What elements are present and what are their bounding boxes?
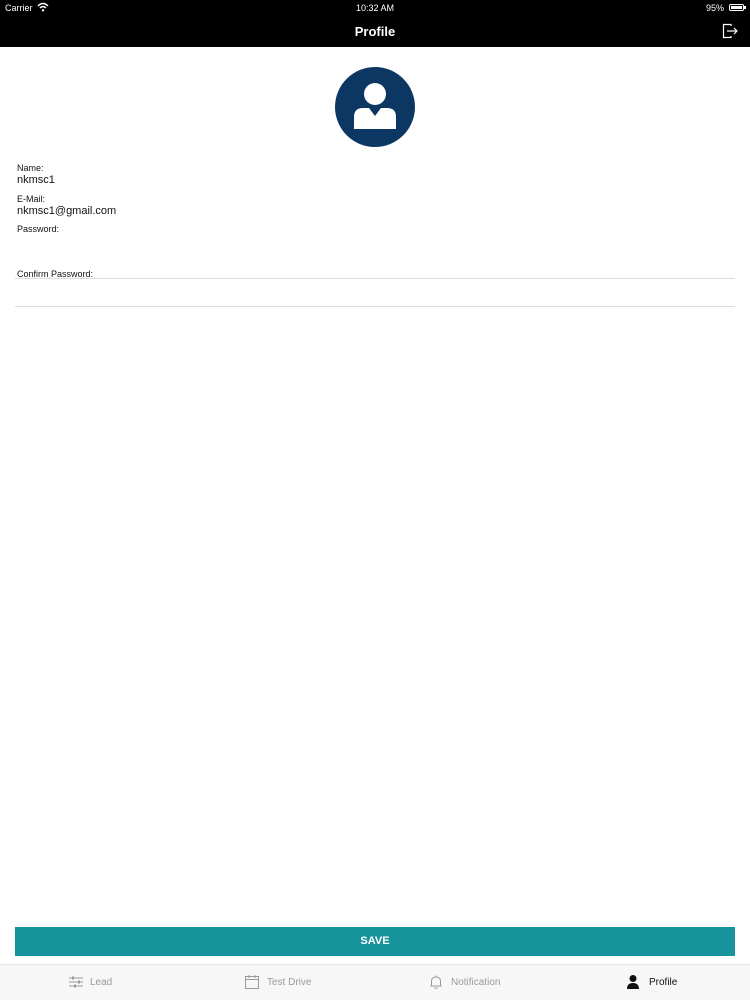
nav-bar: Profile: [0, 16, 750, 47]
logout-icon[interactable]: [722, 23, 738, 39]
save-button[interactable]: SAVE: [15, 927, 735, 956]
calendar-icon: [245, 975, 259, 989]
sliders-icon: [69, 976, 83, 988]
password-divider: [15, 278, 735, 279]
tab-lead-label: Lead: [90, 977, 113, 988]
tab-profile-label: Profile: [649, 977, 678, 988]
confirm-password-field[interactable]: [17, 282, 735, 304]
status-time: 10:32 AM: [355, 3, 395, 13]
tab-test-drive-label: Test Drive: [267, 977, 312, 988]
password-field[interactable]: [17, 237, 735, 275]
tab-notification-label: Notification: [451, 977, 501, 988]
confirm-password-divider: [15, 306, 735, 307]
user-avatar-icon: [354, 83, 396, 129]
tab-lead[interactable]: Lead: [60, 965, 160, 1001]
battery-icon: [729, 4, 746, 11]
battery-percent: 95%: [705, 3, 724, 13]
tab-notification[interactable]: Notification: [425, 965, 545, 1001]
person-icon: [627, 975, 639, 989]
tab-profile[interactable]: Profile: [622, 965, 722, 1001]
avatar: [335, 67, 415, 147]
email-label: E-Mail:: [17, 194, 46, 204]
tab-bar: Lead Test Drive Notification Profile: [0, 964, 750, 1000]
status-bar: Carrier 10:32 AM 95%: [0, 0, 750, 16]
confirm-password-label: Confirm Password:: [17, 269, 94, 279]
name-value: nkmsc1: [17, 174, 55, 186]
tab-test-drive[interactable]: Test Drive: [240, 965, 360, 1001]
name-label: Name:: [17, 163, 44, 173]
password-label: Password:: [17, 224, 60, 234]
email-value: nkmsc1@gmail.com: [17, 205, 117, 217]
page-title: Profile: [354, 24, 396, 39]
bell-icon: [430, 975, 442, 989]
